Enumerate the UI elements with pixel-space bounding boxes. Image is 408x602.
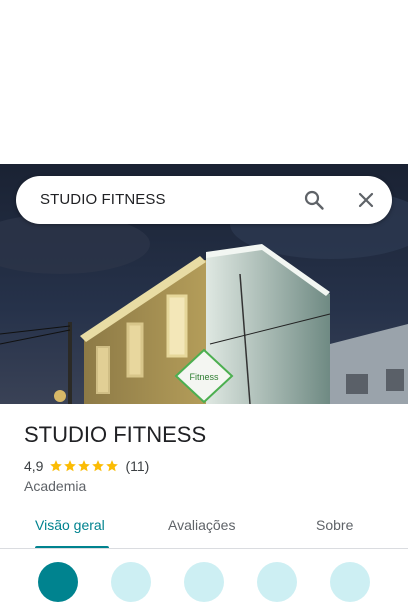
place-title: STUDIO FITNESS — [24, 422, 207, 447]
star-icon — [64, 460, 77, 472]
star-icon — [106, 460, 119, 472]
call-action-button[interactable] — [184, 562, 224, 602]
tab-reviews[interactable]: Avaliações — [168, 517, 235, 533]
map-area-blank — [0, 0, 408, 164]
save-action-button[interactable] — [257, 562, 297, 602]
close-icon[interactable] — [354, 188, 378, 212]
search-query[interactable]: STUDIO FITNESS — [40, 191, 166, 208]
rating-value: 4,9 — [24, 458, 44, 474]
star-rating — [49, 459, 119, 473]
star-icon — [78, 460, 91, 472]
tabs-divider — [0, 548, 408, 549]
share-action-button[interactable] — [330, 562, 370, 602]
rating-row[interactable]: 4,9 (11) — [24, 457, 149, 475]
star-icon — [92, 460, 105, 472]
star-icon — [50, 460, 63, 472]
directions-action-button[interactable] — [38, 562, 78, 602]
tab-overview[interactable]: Visão geral — [35, 517, 105, 533]
place-category: Academia — [24, 478, 87, 494]
tab-about[interactable]: Sobre — [316, 517, 353, 533]
search-bar[interactable]: STUDIO FITNESS — [16, 176, 392, 224]
start-action-button[interactable] — [111, 562, 151, 602]
tab-bar: Visão geral Avaliações Sobre — [0, 505, 408, 549]
search-icon[interactable] — [302, 188, 326, 212]
review-count[interactable]: (11) — [125, 458, 149, 474]
sign-text: Fitness — [189, 372, 219, 382]
